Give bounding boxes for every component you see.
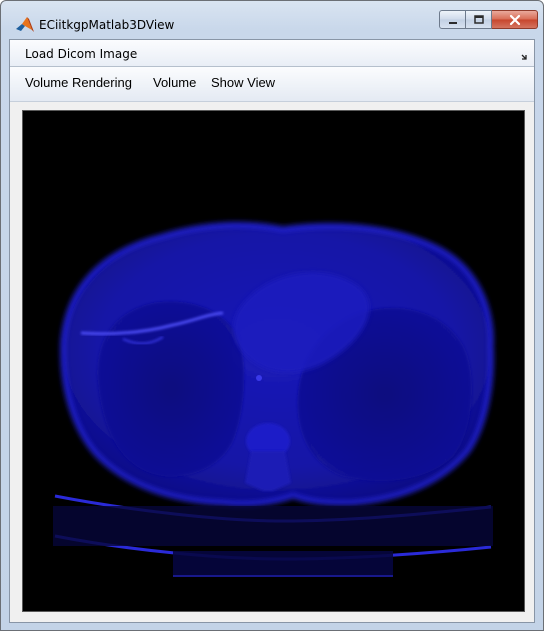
volume-render-view[interactable] [22,110,525,612]
close-icon [509,14,520,25]
window-title: ECiitkgpMatlab3DView [39,18,175,32]
ct-volume-image [53,221,495,577]
matlab-icon [15,15,35,35]
maximize-icon [473,14,484,24]
maximize-button[interactable] [466,10,492,29]
app-window: ECiitkgpMatlab3DView Load Dicom Image Vo… [0,0,544,631]
toolbar-menu: Load Dicom Image [10,40,534,67]
chevron-expand-icon[interactable] [520,48,530,60]
menu-volume-rendering[interactable]: Volume Rendering [25,75,132,90]
figure-client-area: Load Dicom Image Volume Rendering Volume… [9,39,535,623]
close-button[interactable] [492,10,538,29]
load-dicom-menu[interactable]: Load Dicom Image [25,47,137,61]
title-bar[interactable]: ECiitkgpMatlab3DView [1,1,543,39]
menu-bar: Volume Rendering Volume Show View [10,67,534,102]
minimize-button[interactable] [439,10,466,29]
menu-volume[interactable]: Volume [153,75,196,90]
menu-show-view[interactable]: Show View [211,75,275,90]
caption-buttons [439,10,538,30]
minimize-icon [448,21,457,24]
